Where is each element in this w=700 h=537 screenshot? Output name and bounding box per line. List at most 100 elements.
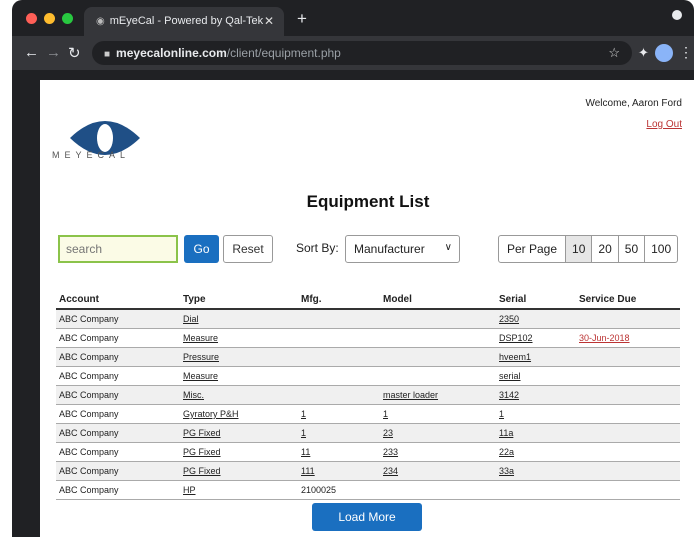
- url-domain: meyecalonline.com: [116, 46, 227, 60]
- cell-type-link[interactable]: PG Fixed: [180, 442, 298, 462]
- cell-serial-link[interactable]: 22a: [496, 442, 576, 462]
- per-page-option-20[interactable]: 20: [591, 236, 617, 262]
- reset-button[interactable]: Reset: [223, 235, 273, 263]
- cell-serial-link[interactable]: hveem1: [496, 347, 576, 367]
- search-input[interactable]: [58, 235, 178, 263]
- cell-service-due: [576, 423, 680, 443]
- table-row: ABC Company Measure DSP102 30-Jun-2018: [56, 328, 680, 348]
- cell-model-link[interactable]: 233: [380, 442, 496, 462]
- cell-model: [380, 328, 496, 348]
- cell-mfg: [298, 309, 380, 329]
- maximize-window-button[interactable]: [62, 13, 73, 24]
- extensions-puzzle-icon[interactable]: ✦: [638, 45, 649, 61]
- browser-menu-icon[interactable]: ⋮: [679, 44, 693, 61]
- cell-serial-link[interactable]: 2350: [496, 309, 576, 329]
- cell-model-link[interactable]: master loader: [380, 385, 496, 405]
- cell-account: ABC Company: [56, 423, 180, 443]
- forward-icon[interactable]: →: [46, 44, 61, 61]
- cell-model-link[interactable]: 23: [380, 423, 496, 443]
- url-path: /client/equipment.php: [226, 46, 341, 60]
- cell-model: [380, 480, 496, 500]
- close-tab-icon[interactable]: ✕: [264, 14, 274, 28]
- table-row: ABC Company Gyratory P&H 1 1 1: [56, 404, 680, 424]
- equipment-table: Account Type Mfg. Model Serial Service D…: [56, 292, 680, 500]
- cell-service-due-link[interactable]: 30-Jun-2018: [576, 328, 680, 348]
- cell-serial-link[interactable]: 11a: [496, 423, 576, 443]
- cell-service-due: [576, 442, 680, 462]
- cell-mfg: 2100025: [298, 480, 380, 500]
- minimize-window-button[interactable]: [44, 13, 55, 24]
- cell-type-link[interactable]: Measure: [180, 328, 298, 348]
- sort-by-select[interactable]: Manufacturer ∨: [345, 235, 460, 263]
- cell-serial-link[interactable]: 33a: [496, 461, 576, 481]
- cell-serial-link[interactable]: DSP102: [496, 328, 576, 348]
- profile-avatar[interactable]: [655, 44, 673, 62]
- browser-tab[interactable]: ◉ mEyeCal - Powered by Qal-Tek ✕: [84, 7, 284, 36]
- cell-type-link[interactable]: Measure: [180, 366, 298, 386]
- cell-type-link[interactable]: PG Fixed: [180, 423, 298, 443]
- table-row: ABC Company PG Fixed 1 23 11a: [56, 423, 680, 443]
- table-header-row: Account Type Mfg. Model Serial Service D…: [56, 292, 680, 310]
- back-icon[interactable]: ←: [24, 44, 39, 61]
- cell-mfg: [298, 328, 380, 348]
- cell-model: [380, 366, 496, 386]
- tab-title: mEyeCal - Powered by Qal-Tek: [109, 15, 264, 27]
- cell-account: ABC Company: [56, 309, 180, 329]
- column-header-service-due: Service Due: [576, 292, 680, 310]
- cell-mfg: [298, 366, 380, 386]
- column-header-type: Type: [180, 292, 298, 310]
- per-page-label: Per Page: [507, 242, 558, 256]
- table-row: ABC Company HP 2100025: [56, 480, 680, 500]
- cell-mfg-link[interactable]: 111: [298, 461, 380, 481]
- table-row: ABC Company Pressure hveem1: [56, 347, 680, 367]
- close-window-button[interactable]: [26, 13, 37, 24]
- sort-by-label: Sort By:: [296, 241, 339, 255]
- welcome-message: Welcome, Aaron Ford: [585, 98, 682, 109]
- per-page-option-10[interactable]: 10: [565, 236, 592, 262]
- column-header-account: Account: [56, 292, 180, 310]
- cell-account: ABC Company: [56, 385, 180, 405]
- new-tab-icon[interactable]: +: [297, 9, 307, 29]
- cell-type-link[interactable]: Pressure: [180, 347, 298, 367]
- cell-serial-link[interactable]: 3142: [496, 385, 576, 405]
- cell-type-link[interactable]: Gyratory P&H: [180, 404, 298, 424]
- sort-by-value: Manufacturer: [354, 242, 425, 256]
- bookmark-star-icon[interactable]: ☆: [608, 45, 620, 61]
- cell-type-link[interactable]: Dial: [180, 309, 298, 329]
- cell-type-link[interactable]: Misc.: [180, 385, 298, 405]
- cell-mfg-link[interactable]: 1: [298, 404, 380, 424]
- logo-text: MEYECAL: [52, 150, 131, 160]
- per-page-option-50[interactable]: 50: [617, 236, 644, 262]
- browser-window: ◉ mEyeCal - Powered by Qal-Tek ✕ + ← → ↻ …: [12, 0, 694, 537]
- cell-account: ABC Company: [56, 328, 180, 348]
- cell-account: ABC Company: [56, 404, 180, 424]
- cell-mfg-link[interactable]: 1: [298, 423, 380, 443]
- reload-icon[interactable]: ↻: [68, 44, 81, 62]
- table-row: ABC Company Misc. master loader 3142: [56, 385, 680, 405]
- go-button[interactable]: Go: [184, 235, 219, 263]
- cell-mfg-link[interactable]: 11: [298, 442, 380, 462]
- cell-type-link[interactable]: HP: [180, 480, 298, 500]
- cell-service-due: [576, 461, 680, 481]
- column-header-serial: Serial: [496, 292, 576, 310]
- cell-serial-link[interactable]: serial: [496, 366, 576, 386]
- table-row: ABC Company PG Fixed 111 234 33a: [56, 461, 680, 481]
- per-page-selector: Per Page 10 20 50 100: [498, 235, 679, 263]
- page-content: MEYECAL Welcome, Aaron Ford Log Out Equi…: [40, 80, 694, 537]
- address-bar[interactable]: ■ meyecalonline.com/client/equipment.php …: [92, 41, 632, 65]
- tab-bar: ◉ mEyeCal - Powered by Qal-Tek ✕ +: [12, 0, 694, 36]
- eye-favicon-icon: ◉: [96, 16, 105, 27]
- cell-model-link[interactable]: 234: [380, 461, 496, 481]
- tab-search-icon[interactable]: [672, 10, 682, 20]
- cell-service-due: [576, 404, 680, 424]
- logout-link[interactable]: Log Out: [646, 119, 682, 130]
- cell-model: [380, 347, 496, 367]
- per-page-option-100[interactable]: 100: [644, 236, 677, 262]
- cell-account: ABC Company: [56, 480, 180, 500]
- load-more-button[interactable]: Load More: [312, 503, 422, 531]
- cell-model-link[interactable]: 1: [380, 404, 496, 424]
- navigation-bar: ← → ↻ ■ meyecalonline.com/client/equipmen…: [12, 36, 694, 70]
- cell-account: ABC Company: [56, 366, 180, 386]
- cell-serial-link[interactable]: 1: [496, 404, 576, 424]
- cell-type-link[interactable]: PG Fixed: [180, 461, 298, 481]
